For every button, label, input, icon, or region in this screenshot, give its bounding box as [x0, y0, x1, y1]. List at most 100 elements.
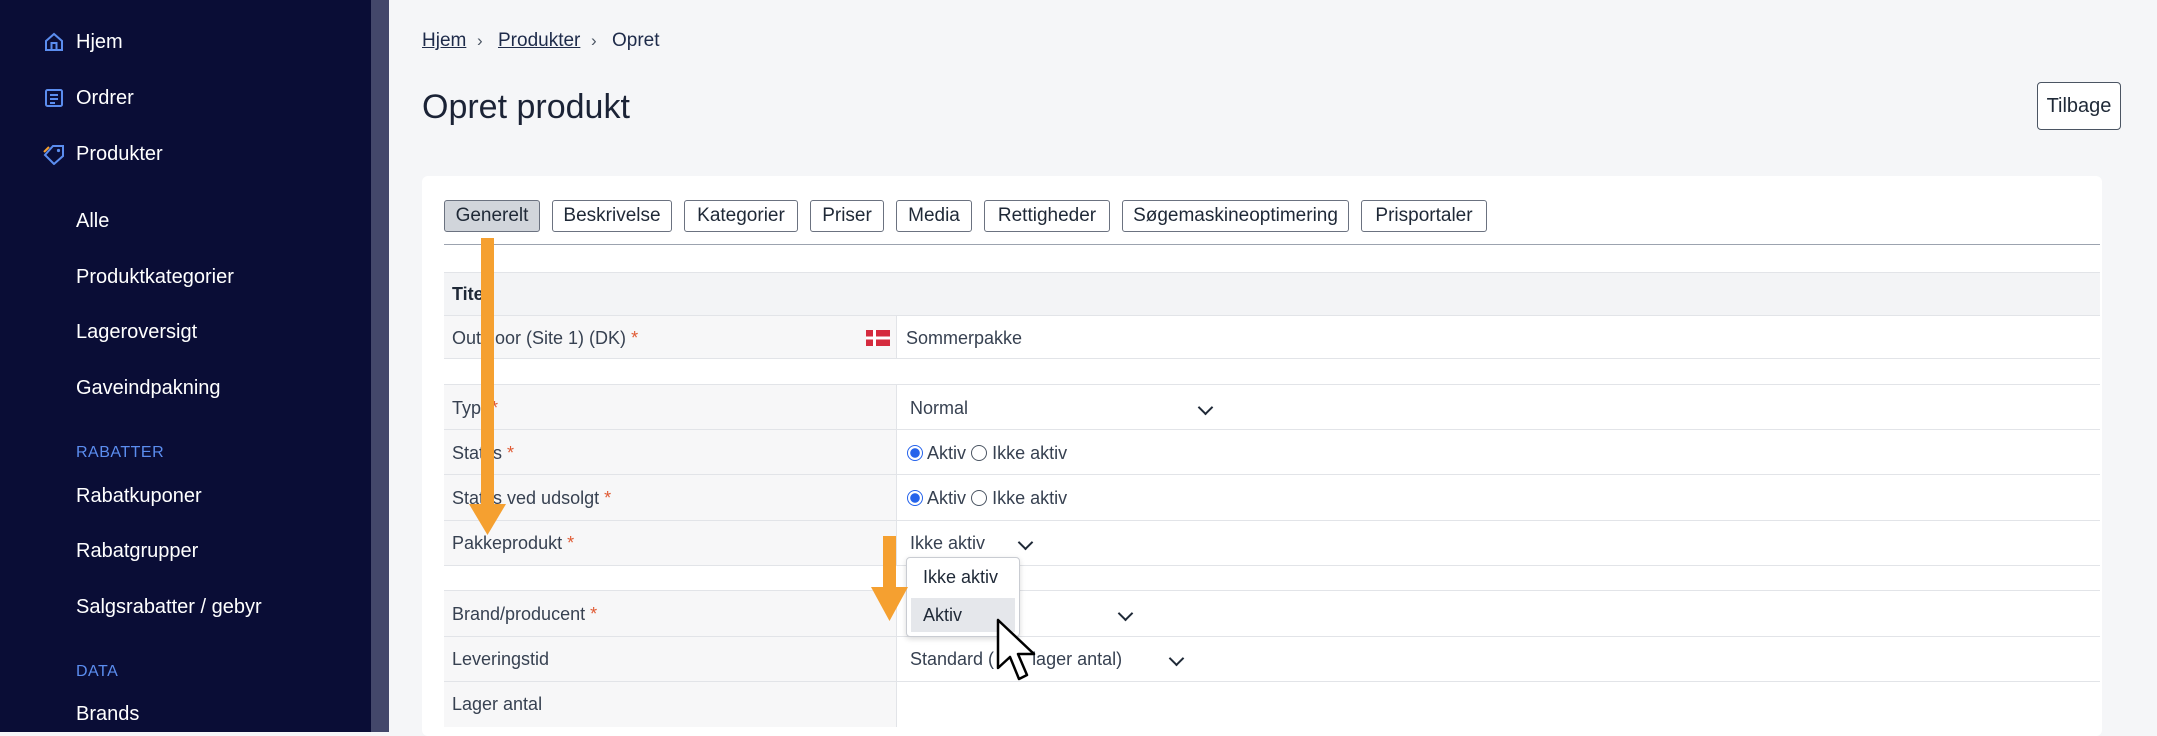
- sidebar-subitem-gaveindpakning[interactable]: Gaveindpakning: [76, 377, 221, 400]
- tab-divider: [444, 244, 2100, 245]
- form-row-type: Type* Normal: [444, 384, 2100, 429]
- chevron-down-icon: [1168, 650, 1185, 669]
- field-label: Lager antal: [452, 694, 543, 714]
- status-radio-group: Aktiv Ikke aktiv: [907, 443, 1067, 464]
- sidebar-subitem-alle[interactable]: Alle: [76, 210, 109, 233]
- home-icon: [42, 30, 66, 54]
- required-mark: *: [631, 328, 639, 348]
- form-row-status-sold-out: Stat s ved udsolgt * Aktiv Ikke aktiv: [444, 474, 2100, 520]
- form-row-stock: Lager antal: [444, 681, 2100, 727]
- status-sold-radio-group: Aktiv Ikke aktiv: [907, 488, 1067, 509]
- field-label: Pakkeprodukt *: [452, 533, 574, 554]
- orders-icon: [42, 86, 66, 110]
- radio-label: Aktiv: [927, 488, 967, 508]
- status-radio-ikke-aktiv[interactable]: [971, 445, 988, 461]
- flag-dk-icon: [866, 330, 890, 351]
- sidebar-item-label: Ordrer: [76, 86, 134, 109]
- tab-beskrivelse[interactable]: Beskrivelse: [552, 200, 672, 232]
- field-label: Out oor (Site 1) (DK) *: [452, 328, 638, 349]
- required-mark: *: [507, 443, 515, 463]
- required-mark: *: [590, 604, 598, 624]
- form-row-delivery: Leveringstid Standard ( lager antal): [444, 636, 2100, 681]
- tab-rettigheder[interactable]: Rettigheder: [984, 200, 1110, 232]
- sidebar-subitem-rabatgrupper[interactable]: Rabatgrupper: [76, 540, 198, 563]
- sidebar-subitem-salgsrabatter[interactable]: Salgsrabatter / gebyr: [76, 596, 262, 619]
- tab-prisportaler[interactable]: Prisportaler: [1361, 200, 1487, 232]
- sidebar: Hjem Ordrer Produkter Alle Produktkatego…: [0, 0, 371, 732]
- sidebar-section-data: DATA: [76, 663, 119, 680]
- sidebar-item-produkter[interactable]: Produkter: [0, 132, 371, 176]
- field-label: Type*: [452, 398, 498, 419]
- status-sold-radio-ikke-aktiv[interactable]: [971, 490, 988, 506]
- field-label: Stat s *: [452, 443, 514, 464]
- breadcrumb-separator: ›: [477, 31, 483, 50]
- breadcrumb-separator: ›: [591, 31, 597, 50]
- label-part: Type: [452, 398, 492, 418]
- radio-label: Ikke aktiv: [992, 488, 1068, 508]
- sidebar-edge: [371, 0, 389, 732]
- back-button[interactable]: Tilbage: [2037, 82, 2121, 130]
- tab-soegemaskineoptimering[interactable]: Søgemaskineoptimering: [1122, 200, 1349, 232]
- type-select[interactable]: Normal: [910, 398, 968, 419]
- delivery-value-part: lager antal): [1032, 649, 1123, 669]
- radio-label: Ikke aktiv: [992, 443, 1068, 463]
- tab-priser[interactable]: Priser: [810, 200, 884, 232]
- form-row-package-product: Pakkeprodukt * Ikke aktiv: [444, 520, 2100, 566]
- status-radio-aktiv[interactable]: [907, 445, 923, 461]
- chevron-down-icon: [1197, 399, 1214, 418]
- required-mark: *: [491, 398, 499, 418]
- field-label: Brand/producent *: [452, 604, 597, 625]
- tab-kategorier[interactable]: Kategorier: [684, 200, 798, 232]
- sidebar-item-label: Hjem: [76, 30, 123, 53]
- required-mark: *: [604, 488, 612, 508]
- label-cell: [444, 385, 897, 429]
- package-product-select[interactable]: Ikke aktiv: [910, 533, 985, 554]
- sidebar-section-rabatter: RABATTER: [76, 444, 165, 461]
- form-row-status: Stat s * Aktiv Ikke aktiv: [444, 429, 2100, 474]
- page-title: Opret produkt: [422, 88, 630, 126]
- label-part: Stat: [452, 488, 485, 508]
- label-part: s ved udsolgt: [493, 488, 600, 508]
- radio-label: Aktiv: [927, 443, 967, 463]
- main-content: Hjem › Produkter › Opret Opret produkt T…: [389, 0, 2157, 736]
- label-part: keprodukt: [483, 533, 563, 553]
- section-header-titel: Tite: [444, 272, 2100, 315]
- tag-icon: [42, 142, 66, 166]
- tab-media[interactable]: Media: [896, 200, 972, 232]
- dropdown-option-aktiv[interactable]: Aktiv: [911, 598, 1015, 632]
- breadcrumb-hjem[interactable]: Hjem: [422, 30, 466, 52]
- label-part: Out: [452, 328, 482, 348]
- breadcrumb-produkter[interactable]: Produkter: [498, 30, 580, 52]
- field-label: Stat s ved udsolgt *: [452, 488, 611, 509]
- label-part: Pak: [452, 533, 484, 553]
- site-title-input[interactable]: Sommerpakke: [906, 328, 1022, 349]
- form-card: Generelt Beskrivelse Kategorier Priser M…: [422, 176, 2102, 736]
- label-part: s: [493, 443, 503, 463]
- form-row-site-title: Out oor (Site 1) (DK) * Sommerpakke: [444, 315, 2100, 359]
- sidebar-subitem-produktkategorier[interactable]: Produktkategorier: [76, 266, 234, 289]
- label-part: Brand/producent: [452, 604, 586, 624]
- sidebar-subitem-brands[interactable]: Brands: [76, 703, 139, 726]
- sidebar-item-hjem[interactable]: Hjem: [0, 20, 371, 64]
- type-select-value: Normal: [910, 398, 969, 418]
- delivery-value-part: Standard (: [910, 649, 995, 669]
- sidebar-subitem-rabatkuponer[interactable]: Rabatkuponer: [76, 485, 202, 508]
- breadcrumb-current: Opret: [612, 30, 660, 51]
- required-mark: *: [567, 533, 575, 553]
- label-part: Stat: [452, 443, 485, 463]
- package-product-dropdown: Ikke aktiv Aktiv: [906, 557, 1020, 637]
- status-sold-radio-aktiv[interactable]: [907, 490, 923, 506]
- field-label: Leveringstid: [452, 649, 550, 669]
- sidebar-subitem-lageroversigt[interactable]: Lageroversigt: [76, 321, 197, 344]
- tab-generelt[interactable]: Generelt: [444, 200, 540, 232]
- chevron-down-icon: [1117, 605, 1134, 624]
- sidebar-item-ordrer[interactable]: Ordrer: [0, 76, 371, 120]
- section-title: Tite: [452, 284, 484, 304]
- sidebar-item-label: Produkter: [76, 142, 163, 165]
- package-select-value: Ikke aktiv: [910, 533, 986, 553]
- delivery-select[interactable]: Standard ( lager antal): [910, 649, 1122, 670]
- label-part: oor (Site 1) (DK): [495, 328, 627, 348]
- chevron-down-icon: [1017, 534, 1034, 553]
- form-row-brand: Brand/producent *: [444, 590, 2100, 636]
- dropdown-option-ikke-aktiv[interactable]: Ikke aktiv: [911, 560, 1015, 594]
